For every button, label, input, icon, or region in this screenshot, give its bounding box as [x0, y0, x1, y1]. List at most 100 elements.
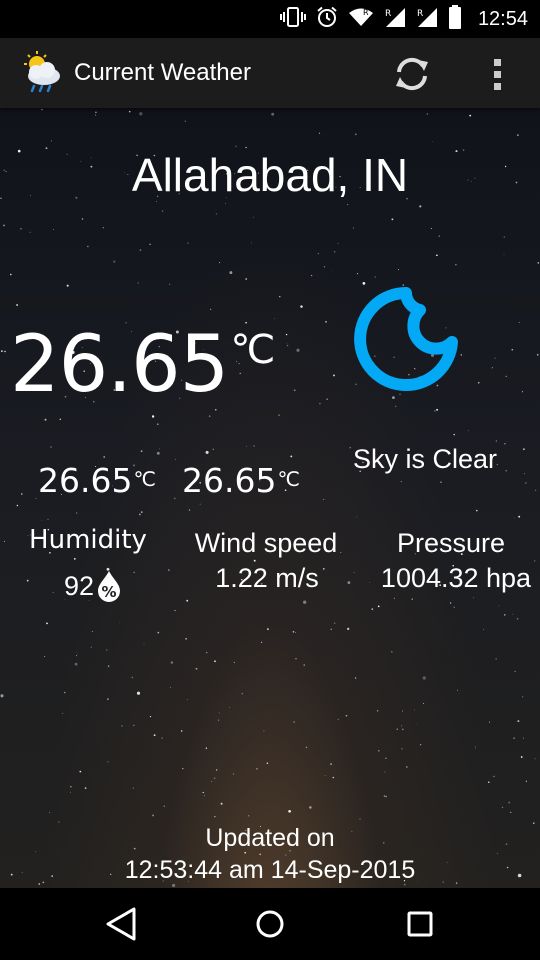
star — [214, 660, 216, 663]
star — [423, 703, 424, 704]
refresh-icon — [396, 57, 428, 91]
star — [208, 415, 211, 418]
star — [182, 767, 184, 770]
star — [457, 689, 459, 691]
star — [455, 264, 457, 266]
star — [139, 112, 143, 116]
star — [332, 776, 335, 779]
star — [47, 518, 49, 520]
star — [514, 670, 516, 672]
star — [398, 269, 399, 271]
star — [473, 597, 475, 599]
star — [495, 658, 497, 660]
star — [44, 418, 47, 421]
star — [513, 737, 515, 739]
recents-button[interactable] — [404, 908, 436, 940]
star — [432, 141, 434, 142]
star — [1, 350, 3, 352]
star — [149, 243, 151, 245]
star — [9, 273, 12, 276]
star — [521, 696, 524, 698]
star — [69, 791, 71, 793]
star — [84, 787, 87, 789]
star — [159, 448, 160, 450]
temp-max-unit: ℃ — [277, 467, 300, 491]
svg-text:R: R — [385, 9, 391, 19]
updated-label: Updated on — [205, 824, 335, 852]
star — [347, 627, 350, 630]
star — [102, 227, 104, 229]
star — [76, 512, 78, 514]
star — [295, 632, 296, 633]
home-button[interactable] — [254, 908, 286, 940]
star — [385, 795, 387, 798]
star — [319, 402, 321, 405]
star — [220, 802, 223, 805]
star — [195, 667, 198, 670]
star — [449, 602, 452, 604]
star — [286, 343, 288, 345]
star — [517, 720, 520, 723]
star — [305, 746, 308, 749]
star — [434, 410, 436, 412]
star — [256, 768, 258, 770]
star — [3, 540, 5, 542]
star — [212, 448, 214, 450]
star — [477, 381, 480, 384]
star — [184, 120, 186, 122]
back-button[interactable] — [104, 906, 138, 942]
star — [187, 242, 189, 244]
svg-text:R: R — [417, 9, 423, 19]
star — [357, 273, 359, 275]
star — [213, 777, 216, 779]
updated-timestamp: Updated on 12:53:44 am 14-Sep-2015 — [0, 822, 540, 886]
star — [493, 775, 495, 778]
star — [245, 278, 248, 280]
star — [52, 229, 54, 230]
star — [516, 617, 519, 620]
star — [224, 202, 226, 204]
star — [168, 283, 171, 285]
refresh-button[interactable] — [390, 52, 434, 96]
star — [229, 271, 233, 275]
star — [354, 677, 357, 679]
star — [253, 216, 255, 218]
star — [50, 446, 52, 448]
star — [494, 357, 496, 359]
star — [140, 450, 143, 453]
star — [303, 600, 307, 604]
star — [46, 622, 48, 625]
humidity-value: 92 % — [64, 570, 122, 602]
star — [206, 651, 208, 654]
star — [62, 713, 64, 714]
star — [278, 414, 280, 417]
star — [35, 498, 37, 499]
star — [536, 353, 539, 356]
star — [232, 773, 234, 775]
overflow-menu-button[interactable] — [478, 52, 518, 96]
star — [534, 758, 536, 760]
star — [59, 418, 62, 421]
star — [337, 718, 340, 721]
star — [52, 591, 54, 594]
star — [524, 481, 527, 484]
star — [438, 235, 441, 237]
status-bar: R R R 12:54 — [0, 0, 540, 38]
star — [414, 709, 415, 711]
star — [430, 228, 432, 229]
svg-text:%: % — [102, 583, 117, 601]
alarm-icon — [316, 6, 338, 32]
star — [228, 706, 230, 708]
star — [426, 113, 428, 115]
temp-min-value: 26.65 — [38, 461, 133, 500]
star — [474, 746, 476, 748]
star — [292, 630, 295, 633]
star — [436, 408, 439, 411]
star — [214, 815, 216, 818]
signal-r-icon: R — [384, 6, 406, 32]
temp-min: 26.65℃ — [38, 461, 156, 500]
wind-speed-label: Wind speed — [194, 528, 338, 558]
star — [95, 111, 97, 114]
weather-content: Allahabad, IN 26.65℃ Sky is Clear 26.65℃… — [0, 108, 540, 888]
star — [128, 110, 131, 113]
